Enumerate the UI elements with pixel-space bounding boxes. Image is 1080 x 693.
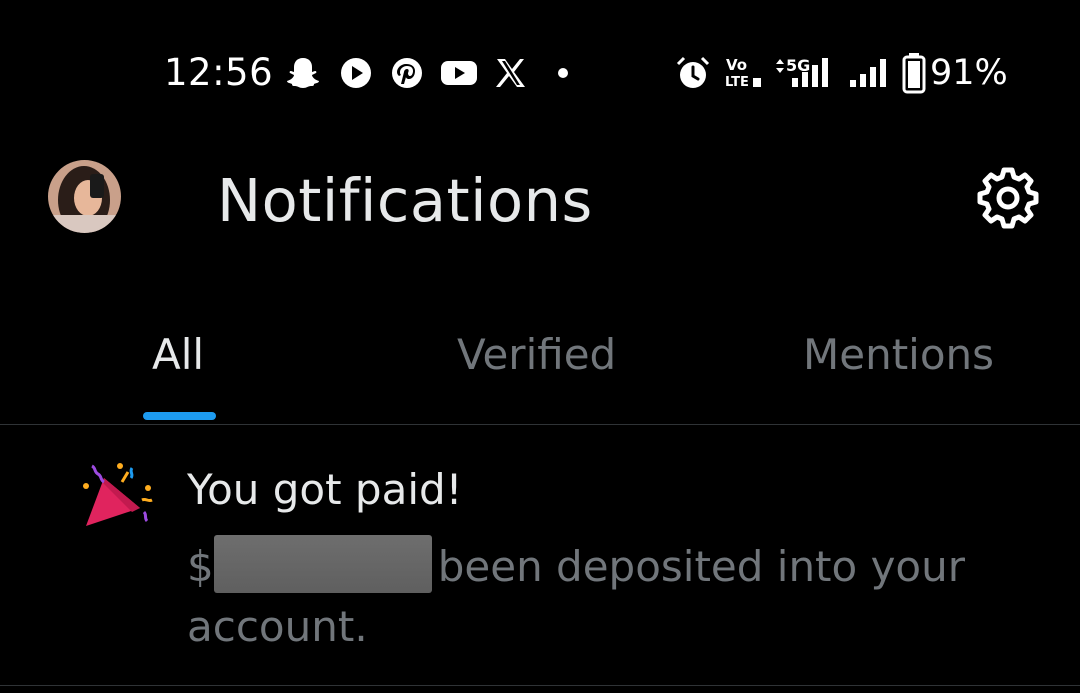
tab-verified[interactable]: Verified <box>457 330 616 379</box>
svg-text:Vo: Vo <box>726 56 747 74</box>
signal-5g-icon: 5G <box>776 56 828 87</box>
status-bar: 12:56 Vo LTE 5G 91% <box>0 0 1080 150</box>
status-time: 12:56 <box>164 51 274 94</box>
alarm-icon <box>676 56 710 88</box>
signal-icon <box>850 59 886 87</box>
notification-item[interactable]: You got paid! $ been deposited into your … <box>0 425 1080 687</box>
youtube-icon <box>441 61 477 85</box>
notification-title: You got paid! <box>187 465 463 514</box>
volte-icon: Vo LTE <box>725 56 761 90</box>
party-popper-icon <box>83 463 153 526</box>
svg-text:LTE: LTE <box>725 75 749 90</box>
play-icon <box>341 58 371 88</box>
page-title: Notifications <box>217 166 593 235</box>
amount-prefix: $ <box>187 542 214 591</box>
dot-icon <box>558 68 568 78</box>
redacted-amount <box>213 535 432 593</box>
gear-icon <box>977 167 1039 229</box>
tab-all[interactable]: All <box>152 330 204 379</box>
battery-percent: 91% <box>930 53 1008 93</box>
notification-body: $ been deposited into your account. <box>187 535 1007 657</box>
snapchat-icon <box>287 58 319 88</box>
active-tab-indicator <box>143 412 216 420</box>
battery-icon <box>902 53 926 94</box>
avatar[interactable] <box>48 160 121 233</box>
screen: 12:56 Vo LTE 5G 91% Notifications All Ve… <box>0 0 1080 693</box>
pinterest-icon <box>392 58 422 88</box>
settings-button[interactable] <box>972 162 1044 234</box>
tab-bar: All Verified Mentions <box>0 310 1080 425</box>
tab-mentions[interactable]: Mentions <box>803 330 994 379</box>
x-icon <box>496 59 525 87</box>
divider <box>0 685 1080 686</box>
